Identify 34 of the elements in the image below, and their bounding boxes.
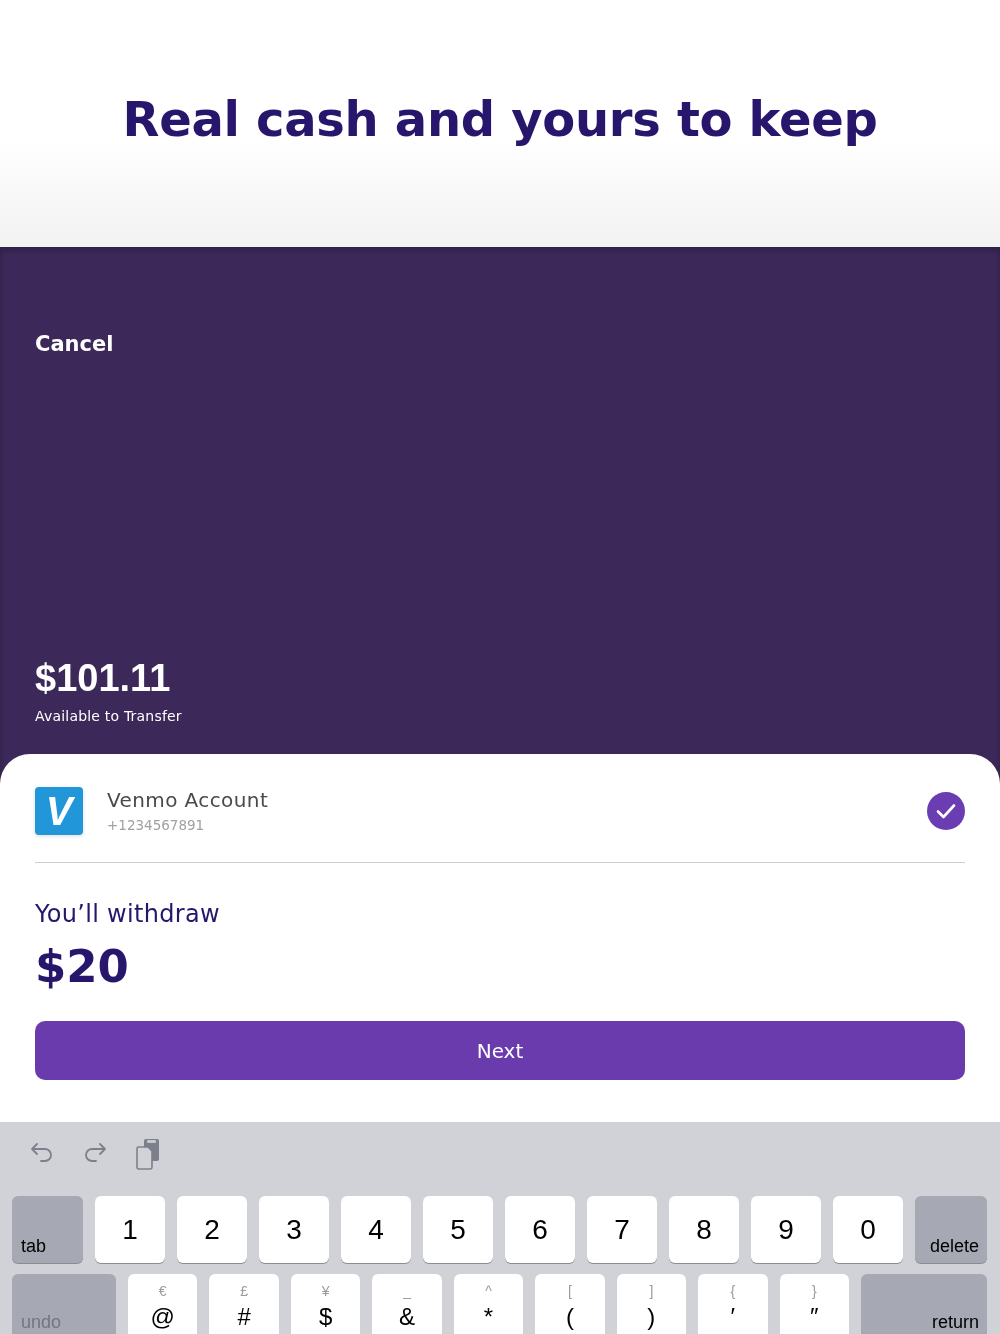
digit-key[interactable]: 1	[95, 1196, 165, 1263]
digit-key[interactable]: 9	[751, 1196, 821, 1263]
digit-key[interactable]: 4	[341, 1196, 411, 1263]
symbol-key[interactable]: { ′	[698, 1274, 768, 1334]
symbol-key[interactable]: € @	[128, 1274, 198, 1334]
return-key[interactable]: return	[860, 1274, 987, 1334]
symbol-key[interactable]: £ #	[209, 1274, 279, 1334]
page-title: Real cash and yours to keep	[122, 90, 878, 147]
symbol-key[interactable]: ^ *	[453, 1274, 524, 1334]
digit-key[interactable]: 6	[505, 1196, 575, 1263]
symbol-key[interactable]: _ &	[372, 1274, 442, 1334]
cancel-button[interactable]: Cancel	[35, 329, 114, 359]
checkmark-icon[interactable]	[927, 792, 965, 830]
symbol-key[interactable]: } ″	[779, 1274, 849, 1334]
delete-key[interactable]: delete	[915, 1196, 987, 1263]
withdraw-label: You’ll withdraw	[35, 899, 220, 929]
digit-key[interactable]: 0	[833, 1196, 903, 1263]
withdraw-amount: $20	[35, 939, 129, 995]
next-button[interactable]: Next	[35, 1021, 965, 1080]
balance-caption: Available to Transfer	[35, 707, 182, 726]
digit-key[interactable]: 3	[259, 1196, 329, 1263]
symbol-key[interactable]: [ (	[535, 1274, 605, 1334]
symbol-key[interactable]: ] )	[616, 1274, 687, 1334]
symbol-key[interactable]: ¥ $	[290, 1274, 361, 1334]
digit-key[interactable]: 5	[423, 1196, 493, 1263]
account-logo: V	[35, 787, 83, 835]
tab-key[interactable]: tab	[12, 1196, 83, 1263]
account-name: Venmo Account	[107, 787, 269, 813]
digit-key[interactable]: 2	[177, 1196, 247, 1263]
clipboard-icon[interactable]	[135, 1138, 161, 1170]
balance-amount: $101.11	[35, 656, 171, 700]
digit-key[interactable]: 8	[669, 1196, 739, 1263]
digit-key[interactable]: 7	[587, 1196, 657, 1263]
account-phone: +1234567891	[107, 816, 205, 835]
